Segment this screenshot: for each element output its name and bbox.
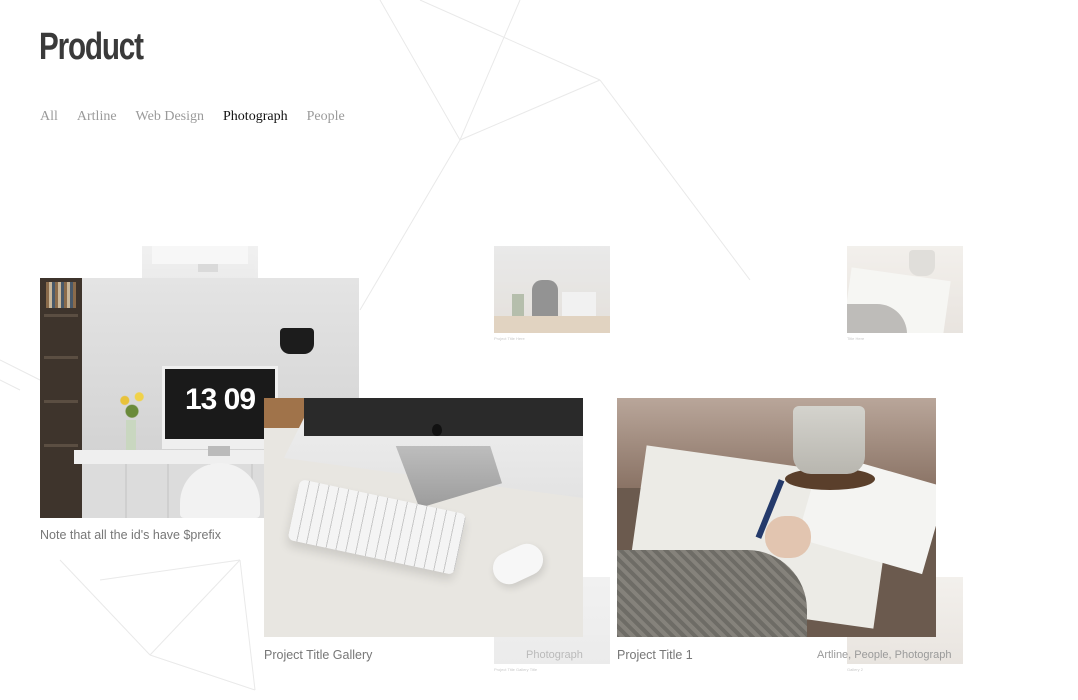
card-caption: Note that all the id's have $prefix [40, 528, 221, 542]
keyboard-mouse-photo [264, 398, 583, 637]
clock-display: 13 09 [184, 383, 256, 416]
card-caption: Project Title Gallery [264, 648, 373, 662]
thumbnail-imac[interactable] [142, 246, 258, 278]
card-caption: Project Title 1 [617, 648, 693, 662]
category-filter-nav: All Artline Web Design Photograph People [40, 109, 364, 125]
thumbnail-caption: Project Title Here [494, 336, 525, 341]
thumbnail-writing[interactable]: Title Here [847, 246, 963, 341]
writing-thumb-image [847, 246, 963, 333]
filter-all[interactable]: All [40, 109, 58, 125]
thumbnail-caption: Project Title Gallery Title [494, 667, 538, 672]
page-title: Product [39, 26, 144, 68]
filter-web-design[interactable]: Web Design [136, 109, 204, 125]
filter-people[interactable]: People [307, 109, 345, 125]
portfolio-card-gallery[interactable]: Project Title Gallery Photograph [264, 398, 583, 662]
thumbnail-caption: Gallery 2 [847, 667, 864, 672]
imac-thumb-image [142, 246, 258, 278]
filter-photograph[interactable]: Photograph [223, 109, 288, 125]
card-category: Artline, People, Photograph [817, 649, 952, 661]
writing-hand-photo [617, 398, 936, 637]
thumbnail-caption: Title Here [847, 336, 865, 341]
portfolio-card-project-1[interactable]: Project Title 1 Artline, People, Photogr… [617, 398, 952, 662]
thumbnail-desk-laptop[interactable]: Project Title Here [494, 246, 610, 341]
card-category: Photograph [526, 649, 583, 661]
desk-laptop-thumb-image [494, 246, 610, 333]
apple-logo-icon [432, 424, 442, 436]
filter-artline[interactable]: Artline [77, 109, 117, 125]
